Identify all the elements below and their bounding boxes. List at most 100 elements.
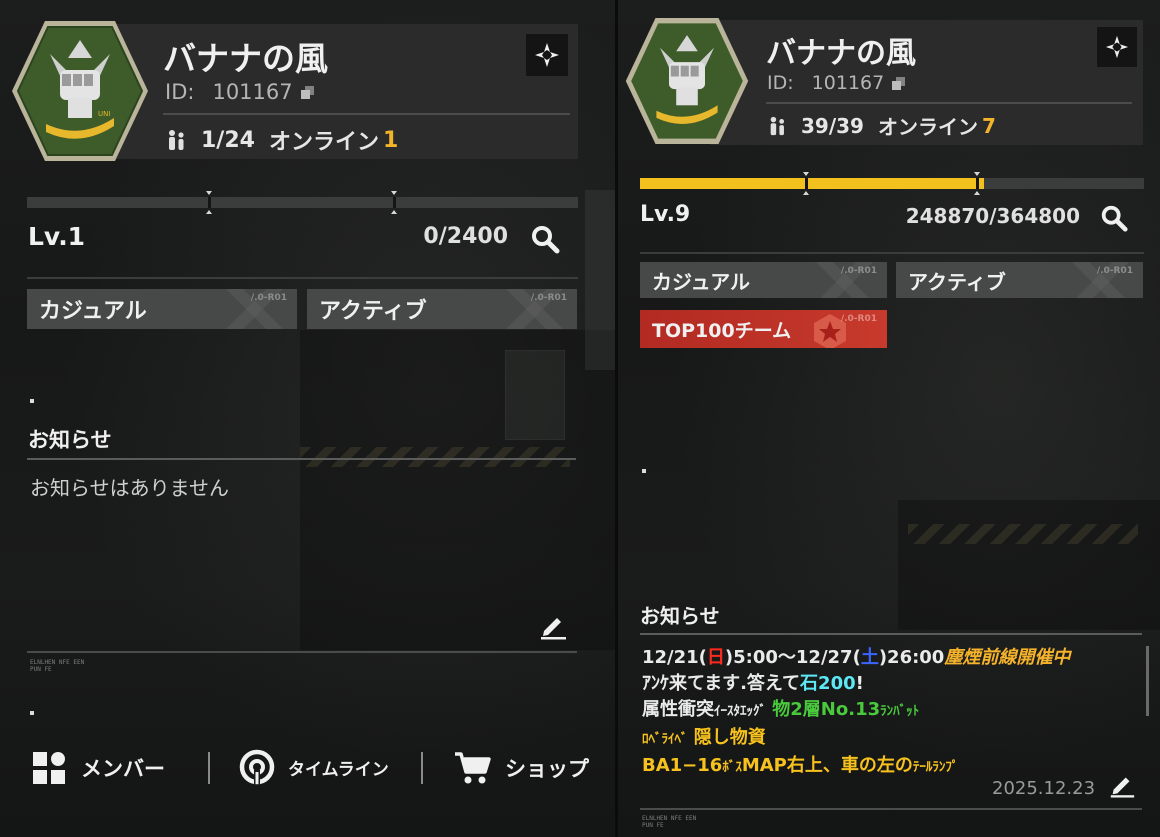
tag-label: カジュアル <box>39 299 147 324</box>
svg-text:UNI: UNI <box>98 110 110 118</box>
notice-date: 2025.12.23 <box>992 778 1096 799</box>
team-id-row: ID: 101167 <box>767 72 906 94</box>
member-count: 1/24 <box>201 127 255 153</box>
notice-text: ﾗﾝﾊﾞｯﾄ <box>880 704 920 719</box>
copy-icon[interactable] <box>300 85 314 99</box>
team-emblem[interactable] <box>624 14 750 148</box>
tag-code: /.0-R01 <box>840 266 877 276</box>
background-hazard-stripes <box>300 447 570 467</box>
settings-button[interactable] <box>526 34 568 76</box>
tag-label: カジュアル <box>652 269 750 294</box>
member-count-row: 39/39 オンライン 7 <box>767 111 996 140</box>
tag-label: TOP100チーム <box>652 319 792 342</box>
tag-label: アクティブ <box>319 299 427 324</box>
edit-notice-button[interactable] <box>538 610 568 644</box>
id-label: ID: <box>165 80 195 104</box>
team-id-row: ID: 101167 <box>165 80 314 104</box>
fist-emblem-icon: UNI <box>12 21 148 161</box>
notice-text: ｲｰｽﾀｴｯｸﾞ <box>714 704 766 719</box>
nav-label: ショップ <box>505 757 589 781</box>
background-window <box>505 350 565 440</box>
notice-text: 土 <box>860 647 879 668</box>
xp-progress-bar <box>640 172 1144 195</box>
search-icon <box>1101 205 1128 232</box>
notice-text: )26:00 <box>878 647 945 668</box>
tag-casual[interactable]: カジュアル /.0-R01 <box>27 289 297 329</box>
footer-code-line: PUN FE <box>30 666 52 673</box>
online-label: オンライン <box>268 130 379 155</box>
background-pillar <box>585 190 615 370</box>
timeline-icon <box>239 749 275 785</box>
cart-icon <box>455 752 491 784</box>
nav-separator <box>421 752 423 784</box>
nav-timeline[interactable]: タイムライン <box>238 748 389 786</box>
level-divider <box>640 252 1144 254</box>
tag-casual[interactable]: カジュアル /.0-R01 <box>640 262 887 298</box>
section-marker <box>30 399 34 403</box>
tag-code: /.0-R01 <box>840 314 877 324</box>
notice-text: ! <box>855 673 864 694</box>
tag-active[interactable]: アクティブ /.0-R01 <box>307 289 577 329</box>
search-icon <box>532 226 560 254</box>
notice-title: お知らせ <box>28 428 112 452</box>
edit-notice-button[interactable] <box>1108 770 1136 802</box>
notice-text: 属性衝突 <box>642 699 714 720</box>
xp-milestone-tick <box>206 191 212 214</box>
copy-icon[interactable] <box>892 76 906 90</box>
xp-milestone-tick <box>803 172 809 195</box>
footer-code-line: ELNLHEN NFE EEN <box>642 815 697 822</box>
notice-text: ｱﾝｹ来てます.答えて <box>642 673 801 694</box>
team-emblem[interactable]: UNI <box>10 18 150 164</box>
nav-shop[interactable]: ショップ <box>453 750 589 786</box>
tag-code: /.0-R01 <box>530 293 567 303</box>
online-count: 7 <box>981 113 996 138</box>
right-team-panel: バナナの風 ID: 101167 39/39 オンライン 7 Lv.9 2488… <box>618 0 1160 837</box>
people-icon <box>770 116 785 135</box>
notice-text: 12/21( <box>642 647 707 668</box>
header-divider <box>766 102 1132 104</box>
notice-text: 隠し物資 <box>693 727 766 748</box>
tag-label: アクティブ <box>908 269 1006 294</box>
xp-progress-bar <box>27 191 578 214</box>
footer-code-line: ELNLHEN NFE EEN <box>30 659 85 666</box>
team-level: Lv.1 <box>28 222 86 251</box>
nav-separator <box>208 752 210 784</box>
notice-divider <box>27 458 576 460</box>
section-marker <box>642 469 646 473</box>
tag-top100[interactable]: TOP100チーム /.0-R01 <box>640 310 887 348</box>
pencil-icon <box>1110 777 1135 798</box>
footer-divider <box>640 808 1142 810</box>
notice-line: 属性衝突ｲｰｽﾀｴｯｸﾞ 物2層No.13ﾗﾝﾊﾞｯﾄ <box>642 697 1070 725</box>
notice-divider <box>640 633 1142 635</box>
footer-code-line: PUN FE <box>642 822 664 829</box>
notice-text: )5:00〜12/27( <box>724 647 861 668</box>
crosshair-settings-icon <box>1105 35 1129 59</box>
section-marker <box>30 711 34 715</box>
online-count: 1 <box>382 127 399 153</box>
background-structure <box>300 330 615 650</box>
tag-active[interactable]: アクティブ /.0-R01 <box>896 262 1143 298</box>
background-structure <box>898 500 1160 630</box>
people-icon <box>169 130 184 150</box>
notice-line: BA1−16ﾎﾞｽMAP右上、車の左のﾃｰﾙﾗﾝﾌﾟ <box>642 753 1070 781</box>
notice-text: 塵煙前線開催中 <box>944 647 1071 668</box>
online-label: オンライン <box>877 115 978 139</box>
search-button[interactable] <box>1099 203 1129 237</box>
team-id-value: 101167 <box>811 72 885 94</box>
notice-line: ﾛﾍﾞﾗｲﾍﾞ 隠し物資 <box>642 725 1070 753</box>
search-button[interactable] <box>529 223 561 259</box>
team-level: Lv.9 <box>640 202 691 227</box>
footer-code: ELNLHEN NFE EEN PUN FE <box>642 815 696 829</box>
xp-progress-fill <box>640 178 984 189</box>
tag-code: /.0-R01 <box>1096 266 1133 276</box>
settings-button[interactable] <box>1097 27 1137 67</box>
fist-emblem-icon <box>625 18 749 144</box>
notice-scrollbar[interactable] <box>1146 646 1149 716</box>
left-team-panel: UNI バナナの風 ID: 101167 1/24 オンライン 1 Lv.1 0… <box>0 0 615 837</box>
xp-value: 248870/364800 <box>905 204 1080 228</box>
footer-code: ELNLHEN NFE EEN PUN FE <box>30 659 84 673</box>
nav-members[interactable]: メンバー <box>31 750 165 786</box>
notice-text: BA1−16 <box>642 755 723 776</box>
xp-value: 0/2400 <box>423 224 508 249</box>
id-label: ID: <box>767 72 794 94</box>
